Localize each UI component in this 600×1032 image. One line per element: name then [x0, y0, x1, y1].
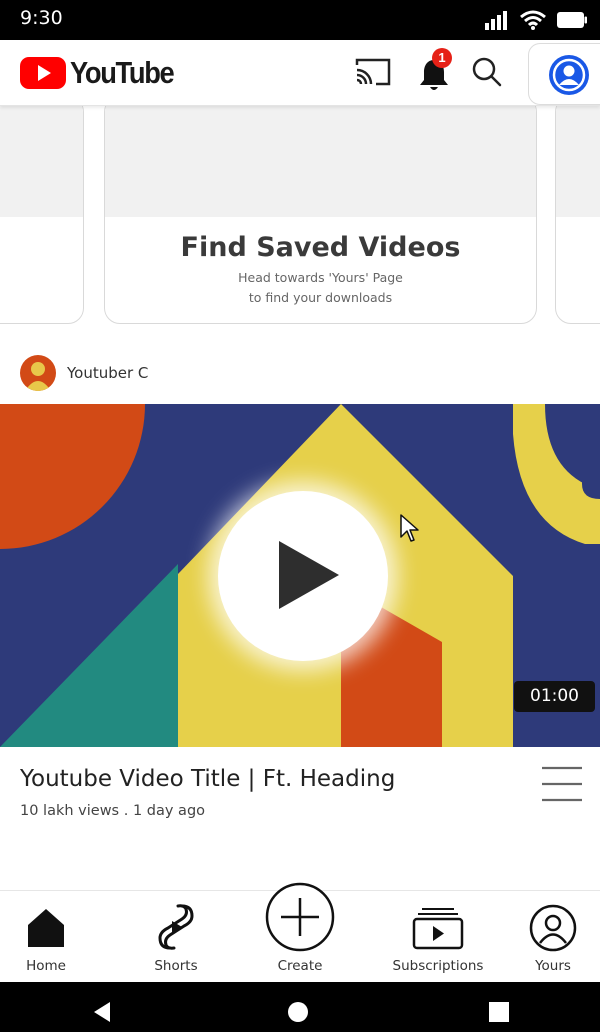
nav-label-home: Home: [26, 958, 66, 974]
subscriptions-icon: [412, 908, 464, 950]
battery-icon: [557, 12, 587, 28]
home-icon: [28, 909, 64, 947]
more-options-icon[interactable]: [541, 766, 583, 802]
back-icon[interactable]: [92, 1001, 112, 1023]
card-thumbnail: [0, 106, 83, 217]
play-icon: [279, 541, 339, 609]
channel-avatar[interactable]: [20, 355, 56, 391]
channel-name[interactable]: Youtuber C: [67, 364, 148, 382]
nav-create[interactable]: Create: [260, 882, 340, 983]
status-time: 9:30: [20, 7, 63, 29]
nav-label-yours: Yours: [535, 958, 571, 974]
card-title: Find Saved Videos: [180, 232, 461, 263]
card-subtitle-line-1: Head towards 'Yours' Page: [238, 270, 403, 285]
notification-badge: 1: [432, 48, 452, 68]
saved-videos-carousel[interactable]: Find Saved Videos Head towards 'Yours' P…: [0, 106, 600, 326]
home-circle-icon[interactable]: [287, 1001, 309, 1023]
nav-yours[interactable]: Yours: [513, 891, 593, 983]
nav-home[interactable]: Home: [6, 891, 86, 983]
status-icons: [484, 10, 588, 30]
youtube-play-logo-icon: [20, 57, 66, 89]
carousel-card-previous[interactable]: [0, 106, 84, 324]
nav-shorts[interactable]: Shorts: [136, 891, 216, 983]
shorts-icon: [158, 904, 194, 950]
top-app-bar: YouTube 1: [0, 40, 600, 106]
signal-icon: [485, 11, 507, 30]
bottom-navigation: Home Shorts Create Subscriptions Yours: [0, 882, 600, 983]
system-navigation-bar: [0, 982, 600, 1032]
cast-icon[interactable]: [354, 57, 392, 87]
create-icon: [265, 882, 335, 952]
video-meta: 10 lakh views . 1 day ago: [20, 803, 206, 819]
recents-icon[interactable]: [489, 1002, 509, 1022]
nav-label-shorts: Shorts: [154, 958, 198, 974]
nav-label-subscriptions: Subscriptions: [392, 958, 484, 974]
notifications-button[interactable]: 1: [418, 48, 458, 92]
nav-subscriptions[interactable]: Subscriptions: [388, 891, 488, 983]
logo-text: YouTube: [70, 55, 175, 90]
channel-row[interactable]: Youtuber C: [20, 355, 148, 391]
video-title[interactable]: Youtube Video Title | Ft. Heading: [20, 766, 395, 792]
carousel-card-next[interactable]: [555, 106, 600, 324]
search-icon[interactable]: [471, 56, 503, 88]
card-thumbnail: [105, 106, 536, 217]
mouse-cursor-icon: [400, 514, 419, 542]
status-bar: 9:30: [0, 0, 600, 40]
wifi-icon: [520, 10, 546, 30]
video-duration-badge: 01:00: [514, 681, 595, 712]
account-button[interactable]: [528, 43, 600, 105]
carousel-card-find-saved[interactable]: Find Saved Videos Head towards 'Yours' P…: [104, 106, 537, 324]
nav-label-create: Create: [277, 958, 323, 974]
play-button[interactable]: [218, 491, 388, 661]
card-thumbnail: [556, 106, 600, 217]
card-subtitle-line-2: to find your downloads: [248, 290, 393, 305]
account-icon: [549, 55, 589, 95]
youtube-logo[interactable]: YouTube: [20, 55, 188, 90]
yours-icon: [529, 904, 577, 952]
